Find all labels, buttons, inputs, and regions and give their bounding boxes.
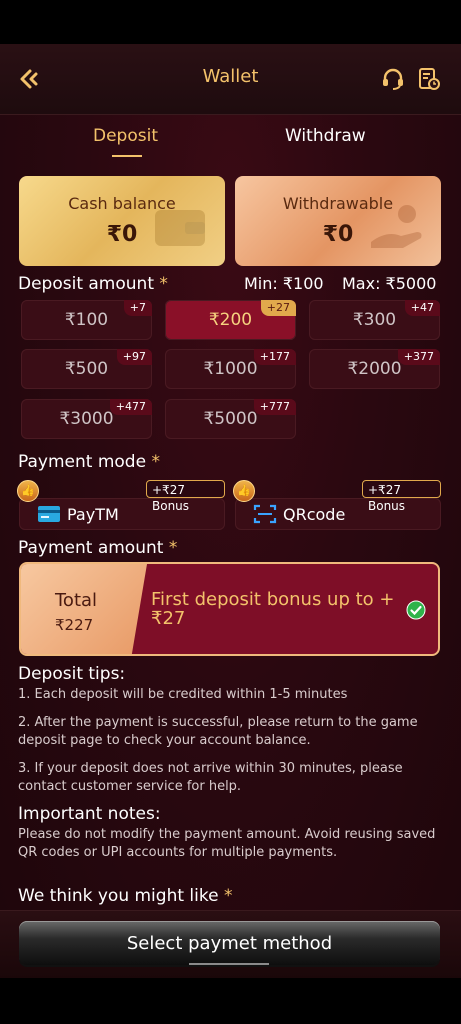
payment-method-qrcode[interactable]: 👍 +₹27 Bonus QRcode (233, 480, 441, 530)
amount-option-300[interactable]: ₹300 +47 (309, 300, 440, 340)
payment-total-card: Total ₹227 First deposit bonus up to +₹2… (19, 562, 440, 656)
required-mark: * (159, 274, 168, 294)
active-tab-indicator (112, 155, 142, 157)
amount-option-100[interactable]: ₹100 +7 (21, 300, 152, 340)
payment-mode-label: Payment mode (18, 452, 147, 472)
amount-option-200[interactable]: ₹200 +27 (165, 300, 296, 340)
withdrawable-card: Withdrawable ₹0 (235, 176, 441, 266)
amount-option-500[interactable]: ₹500 +97 (21, 349, 152, 389)
amount-bonus-badge: +27 (260, 300, 296, 316)
paytm-card-icon (38, 506, 60, 522)
suggestions-heading: We think you might like * (18, 886, 232, 906)
amount-option-3000[interactable]: ₹3000 +477 (21, 399, 152, 439)
required-mark: * (151, 452, 160, 472)
payment-bonus-badge: +₹27 Bonus (146, 480, 225, 513)
max-amount: Max: ₹5000 (342, 274, 437, 293)
payment-method-paytm[interactable]: 👍 +₹27 Bonus PayTM (17, 480, 225, 530)
deposit-amount-label: Deposit amount (18, 274, 154, 294)
total-label: Total (55, 590, 98, 611)
check-circle-icon (406, 600, 426, 620)
payment-amount-heading: Payment amount * (18, 538, 177, 558)
button-highlight (189, 963, 269, 965)
tip-2: 2. After the payment is successful, plea… (18, 715, 418, 748)
amount-option-2000[interactable]: ₹2000 +377 (309, 349, 440, 389)
payment-bonus-badge: +₹27 Bonus (362, 480, 441, 513)
required-mark: * (168, 538, 178, 558)
amount-option-1000[interactable]: ₹1000 +177 (165, 349, 296, 389)
payment-amount-label: Payment amount (18, 538, 164, 558)
amount-option-5000[interactable]: ₹5000 +777 (165, 399, 296, 439)
select-payment-method-button[interactable]: Select paymet method (19, 921, 440, 965)
tab-withdraw[interactable]: Withdraw (285, 126, 366, 146)
important-notes-title: Important notes: (18, 804, 161, 824)
cash-balance-card: Cash balance ₹0 (19, 176, 225, 266)
total-value: ₹227 (55, 616, 94, 634)
first-deposit-bonus-text: First deposit bonus up to +₹27 (151, 589, 395, 629)
payment-method-name: QRcode (283, 505, 346, 524)
amount-bonus-badge: +97 (116, 349, 152, 365)
bottom-bar: Select paymet method (0, 910, 461, 978)
payment-method-name: PayTM (67, 505, 119, 524)
min-amount: Min: ₹100 (244, 274, 324, 293)
withdrawable-value: ₹0 (322, 222, 354, 247)
deposit-tips-title: Deposit tips: (18, 664, 126, 684)
amount-bonus-badge: +7 (123, 300, 152, 316)
cash-balance-value: ₹0 (106, 222, 138, 247)
tip-1: 1. Each deposit will be credited within … (18, 687, 348, 702)
thumbs-up-icon: 👍 (233, 480, 255, 502)
required-mark: * (223, 886, 233, 906)
important-notes-text: Please do not modify the payment amount.… (18, 827, 436, 860)
wallet-screen: Wallet Deposit Withdraw Cash balance ₹0 … (0, 44, 461, 978)
amount-bonus-badge: +477 (109, 399, 152, 415)
amount-bonus-badge: +47 (404, 300, 440, 316)
deposit-records-icon[interactable] (416, 66, 442, 92)
thumbs-up-icon: 👍 (17, 480, 39, 502)
deposit-amount-heading: Deposit amount * (18, 274, 168, 294)
headset-support-icon[interactable] (380, 66, 406, 92)
amount-bonus-badge: +377 (397, 349, 440, 365)
amount-bonus-badge: +777 (253, 399, 296, 415)
top-bar: Wallet (0, 44, 461, 115)
select-payment-method-label: Select paymet method (126, 933, 333, 954)
tip-3: 3. If your deposit does not arrive withi… (18, 761, 403, 794)
tab-deposit[interactable]: Deposit (93, 126, 158, 146)
payment-mode-heading: Payment mode * (18, 452, 160, 472)
qr-scan-icon (253, 504, 277, 524)
amount-bonus-badge: +177 (253, 349, 296, 365)
cash-balance-label: Cash balance (68, 194, 176, 213)
withdrawable-label: Withdrawable (282, 194, 394, 213)
suggestions-label: We think you might like (18, 886, 219, 906)
